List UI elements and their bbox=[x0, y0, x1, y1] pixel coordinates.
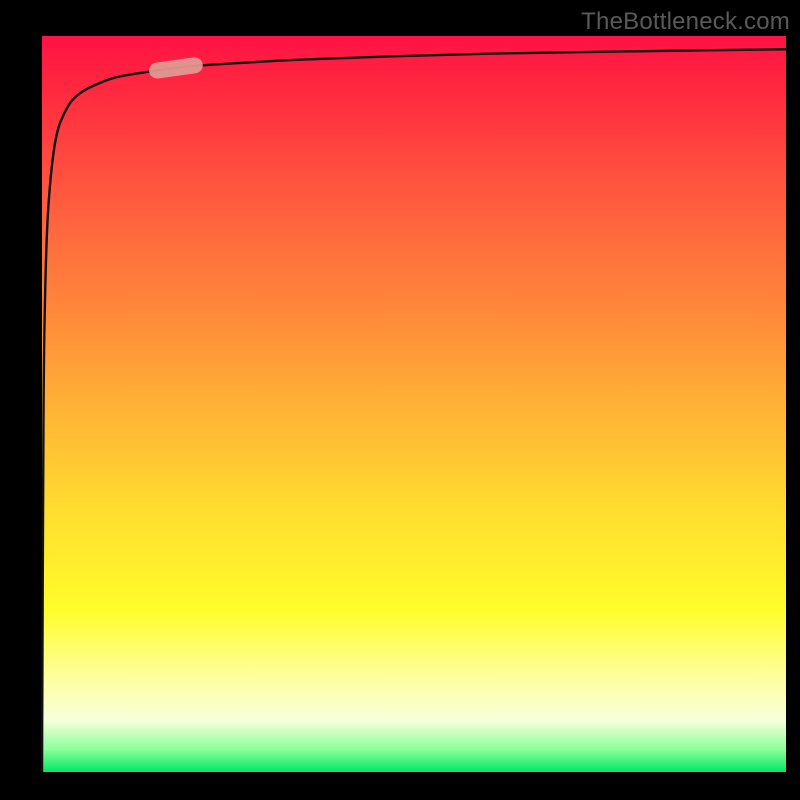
curve-layer bbox=[42, 36, 786, 772]
watermark-text: TheBottleneck.com bbox=[581, 8, 790, 36]
curve-line bbox=[42, 49, 786, 772]
chart-container: TheBottleneck.com bbox=[0, 0, 800, 800]
curve-highlight-marker bbox=[148, 56, 204, 79]
